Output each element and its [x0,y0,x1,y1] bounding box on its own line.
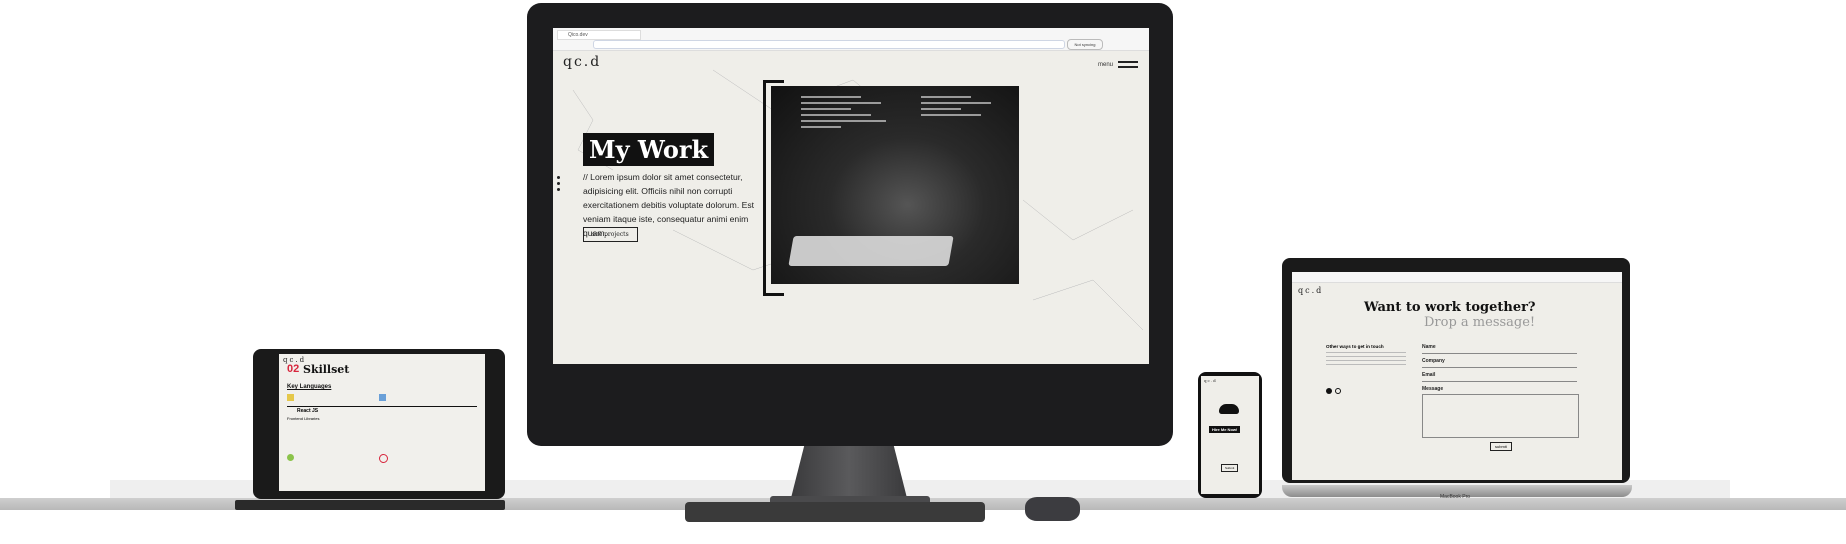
page-title: My Work [583,133,715,166]
address-bar[interactable] [593,40,1065,49]
section-number: 02 [287,363,300,375]
languages-heading: Key Languages [287,384,332,390]
profile-button[interactable]: Not syncing [1067,39,1103,50]
telephone-icon [1219,404,1239,414]
github-icon[interactable] [1326,388,1332,394]
node-icon [287,454,294,461]
phone-logo[interactable]: qc.d [1204,378,1217,383]
css-icon [379,394,386,401]
imac-stand [790,446,908,502]
message-textarea[interactable] [1422,394,1579,438]
mouse [1025,497,1080,521]
skill-item-subtitle: Frontend Libraries [287,416,320,421]
other-ways-text [1326,352,1406,365]
name-input[interactable] [1422,353,1577,354]
company-input[interactable] [1422,367,1577,368]
email-label: Email [1422,372,1436,378]
company-label: Company [1422,358,1445,364]
ipad-keyboard [235,500,505,510]
js-icon [287,394,294,401]
hero-photo [771,86,1019,284]
see-projects-button[interactable]: see projects [583,227,638,242]
skill-item-title[interactable]: React JS [297,408,318,414]
ipad-screen: qc.d 02 Skillset Key Languages React JS … [279,354,485,491]
browser-chrome: Qico.dev Not syncing [553,28,1149,51]
macbook-label: MacBook Pro [1440,494,1471,500]
browser-tab[interactable]: Qico.dev [557,30,641,40]
divider [287,406,477,407]
email-input[interactable] [1422,381,1577,382]
mb-browser-chrome [1292,272,1622,283]
phone-submit-button[interactable]: Submit [1221,464,1239,472]
macbook-screen: qc.d Want to work together? Drop a messa… [1292,272,1622,480]
phone-heading: Hire Me Now! [1209,426,1241,433]
section-title: Skillset [303,363,350,376]
graphql-icon [379,454,388,463]
contact-heading: Want to work together? [1364,300,1536,315]
keyboard [685,502,985,522]
contact-subheading: Drop a message! [1424,315,1536,330]
other-ways-title: Other ways to get in touch [1326,344,1384,349]
phone-screen: qc.d Hire Me Now! Submit [1201,376,1259,494]
message-label: Message [1422,386,1444,392]
email-icon[interactable] [1335,388,1341,394]
imac-screen: Qico.dev Not syncing qc.d menu My Work /… [553,28,1149,364]
name-label: Name [1422,344,1436,350]
mb-logo[interactable]: qc.d [1298,286,1323,295]
submit-button[interactable]: submit [1490,442,1512,451]
